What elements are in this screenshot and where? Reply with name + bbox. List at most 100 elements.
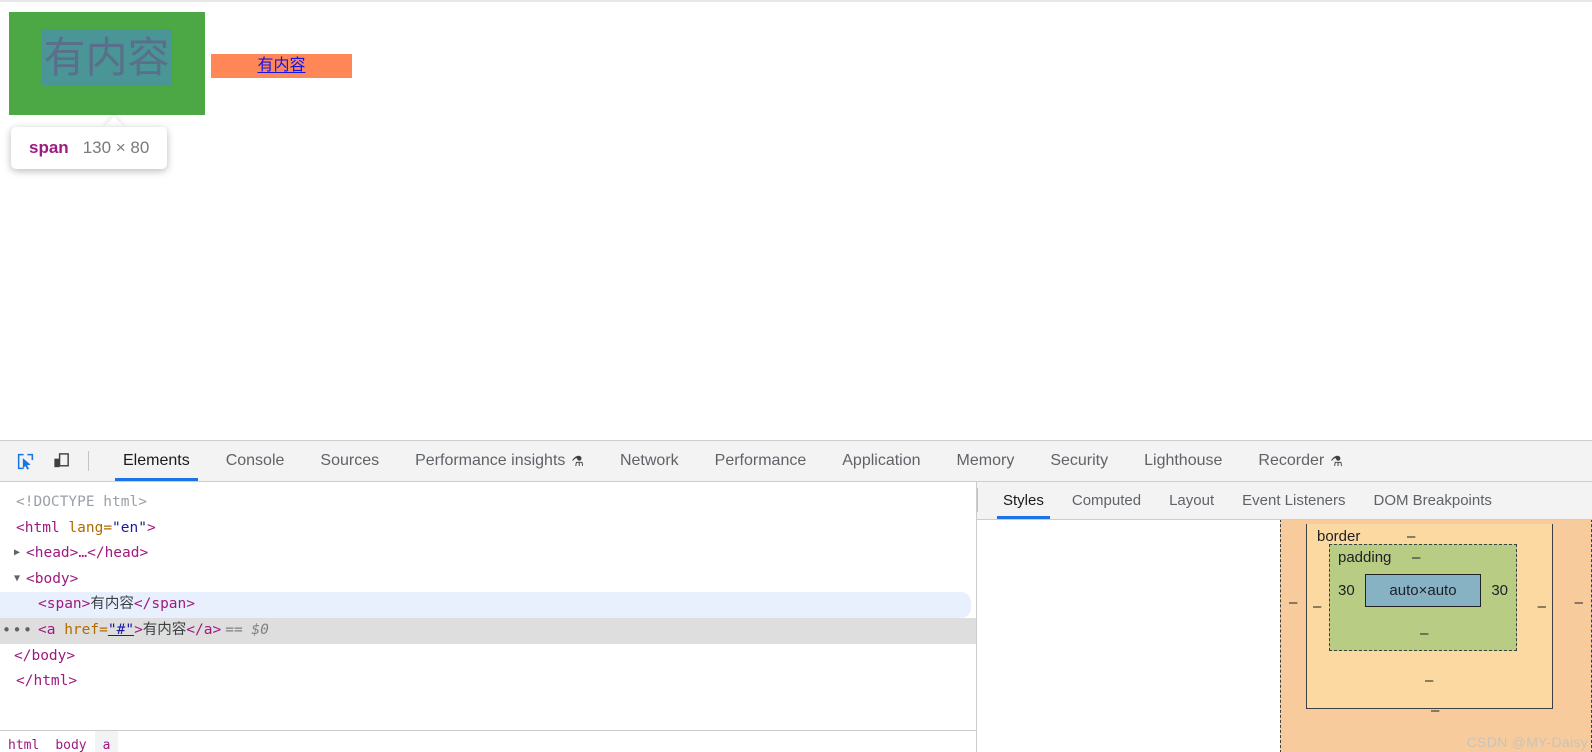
span-element-text: 有内容 [43,34,170,81]
tab-application-label: Application [842,452,921,469]
link-element-text[interactable]: 有内容 [257,54,305,78]
tooltip-tag-name: span [29,138,69,157]
tab-performance-label: Performance [714,452,807,469]
dom-tree-panel: <!DOCTYPE html> <html lang="en"> ▶ <head>… [0,482,977,752]
a-close-tag: </a> [186,621,222,638]
box-model-border-area[interactable]: border – – – – padding – 30 30 – auto×au… [1306,524,1553,709]
row-more-options-icon[interactable]: ••• [2,621,34,639]
flask-icon: ⚗ [571,453,584,469]
tab-network-label: Network [619,452,679,469]
padding-top-value[interactable]: – [1412,549,1420,566]
border-bottom-value[interactable]: – [1425,672,1433,689]
tab-console[interactable]: Console [208,441,303,481]
padding-right-value[interactable]: 30 [1491,582,1508,599]
border-right-value[interactable]: – [1538,598,1546,615]
tab-layout-label: Layout [1169,492,1215,509]
breadcrumb-item-a[interactable]: a [94,731,119,752]
tab-memory[interactable]: Memory [939,441,1033,481]
padding-left-value[interactable]: 30 [1338,582,1355,599]
tab-elements-label: Elements [123,452,190,469]
dom-row-html-close[interactable]: </html> [0,669,976,695]
a-open-bracket-close: > [134,621,143,638]
chevron-down-icon[interactable]: ▼ [14,566,26,592]
dom-row-body[interactable]: ▼ <body> [0,567,976,593]
body-open-tag: <body> [26,570,79,587]
tab-performance-insights[interactable]: Performance insights ⚗ [397,441,602,481]
tab-lighthouse[interactable]: Lighthouse [1126,441,1240,481]
inspect-element-glyph [17,453,33,470]
a-href-attr-value[interactable]: "#" [108,622,134,638]
tab-event-listeners[interactable]: Event Listeners [1228,482,1359,519]
dom-row-body-close[interactable]: </body> [0,644,976,670]
tab-sources-label: Sources [320,452,380,469]
padding-bottom-value[interactable]: – [1420,625,1428,642]
tab-security-label: Security [1050,452,1109,469]
tab-styles[interactable]: Styles [989,482,1058,519]
inspect-element-icon[interactable] [10,446,40,476]
tab-sources[interactable]: Sources [302,441,397,481]
breadcrumb-item-body[interactable]: body [47,731,94,752]
border-top-value[interactable]: – [1407,528,1415,545]
span-close-tag: </span> [133,596,195,613]
tab-computed[interactable]: Computed [1058,482,1155,519]
tab-performance[interactable]: Performance [697,441,825,481]
breadcrumb-item-html[interactable]: html [0,731,47,752]
flask-icon: ⚗ [1330,453,1343,469]
breadcrumb: html body a [0,730,976,752]
span-node-text: 有内容 [90,596,134,613]
devtools-toolbar-icons [0,441,105,481]
dom-row-anchor[interactable]: ••• <a href="#">有内容</a> == $0 [0,617,976,644]
viewport-top-divider [0,0,1592,2]
margin-left-value[interactable]: – [1289,594,1297,611]
box-model-padding-area[interactable]: padding – 30 30 – auto×auto [1329,544,1517,651]
margin-right-value[interactable]: – [1575,594,1583,611]
tab-elements[interactable]: Elements [105,441,208,481]
dom-row-head[interactable]: ▶ <head>…</head> [0,541,976,567]
tab-memory-label: Memory [956,452,1015,469]
element-info-tooltip: span 130 × 80 [11,127,168,169]
html-lang-attr-value[interactable]: "en" [112,520,147,536]
dom-row-html[interactable]: <html lang="en"> [0,516,976,542]
toolbar-divider [88,451,89,471]
tab-network[interactable]: Network [602,441,697,481]
selected-element-marker: == $0 [225,621,269,638]
tab-performance-insights-label: Performance insights [415,452,566,469]
devtools-tab-list: Elements Console Sources Performance ins… [105,441,1361,481]
box-model-content-area[interactable]: auto×auto [1365,574,1481,607]
tab-security[interactable]: Security [1032,441,1126,481]
html-lang-attr-name[interactable]: lang [68,520,103,536]
tab-event-listeners-label: Event Listeners [1242,492,1346,509]
doctype-text: <!DOCTYPE html> [16,494,147,510]
tab-dom-breakpoints[interactable]: DOM Breakpoints [1360,482,1506,519]
span-open-tag: <span> [38,596,91,613]
html-tag-open: <html [16,519,60,536]
device-toolbar-glyph [53,452,69,467]
dom-tree: <!DOCTYPE html> <html lang="en"> ▶ <head>… [0,482,976,695]
tab-recorder-label: Recorder [1258,452,1325,469]
head-node-text: <head>…</head> [26,545,149,562]
a-href-value-text: "#" [107,621,135,638]
devtools-panel: Elements Console Sources Performance ins… [0,440,1592,752]
border-left-value[interactable]: – [1313,598,1321,615]
dom-row-span[interactable]: <span>有内容</span> [0,592,971,618]
tab-styles-label: Styles [1003,492,1044,509]
box-model-diagram: – – – border – – – – padding – 30 30 – a… [1280,520,1592,752]
tab-application[interactable]: Application [824,441,938,481]
dom-row-doctype[interactable]: <!DOCTYPE html> [0,490,976,516]
tab-computed-label: Computed [1071,492,1142,509]
tab-console-label: Console [225,452,285,469]
styles-tab-list: Styles Computed Layout Event Listeners D… [977,482,1592,520]
a-href-attr-name[interactable]: href= [64,622,108,638]
border-label: border [1317,528,1361,545]
page-viewport: 有内容 有内容 span 130 × 80 [0,0,1592,440]
devtools-toolbar: Elements Console Sources Performance ins… [0,441,1592,482]
tab-recorder[interactable]: Recorder ⚗ [1240,441,1360,481]
tab-layout[interactable]: Layout [1155,482,1228,519]
tooltip-dimensions: 130 × 80 [82,138,150,157]
screenshot-root: 有内容 有内容 span 130 × 80 Elements Console S… [0,0,1592,752]
html-close-tag: </html> [16,673,78,690]
device-toolbar-icon[interactable] [46,446,76,476]
padding-label: padding [1338,549,1392,566]
chevron-right-icon[interactable]: ▶ [14,540,26,566]
link-element[interactable]: 有内容 [211,54,352,78]
